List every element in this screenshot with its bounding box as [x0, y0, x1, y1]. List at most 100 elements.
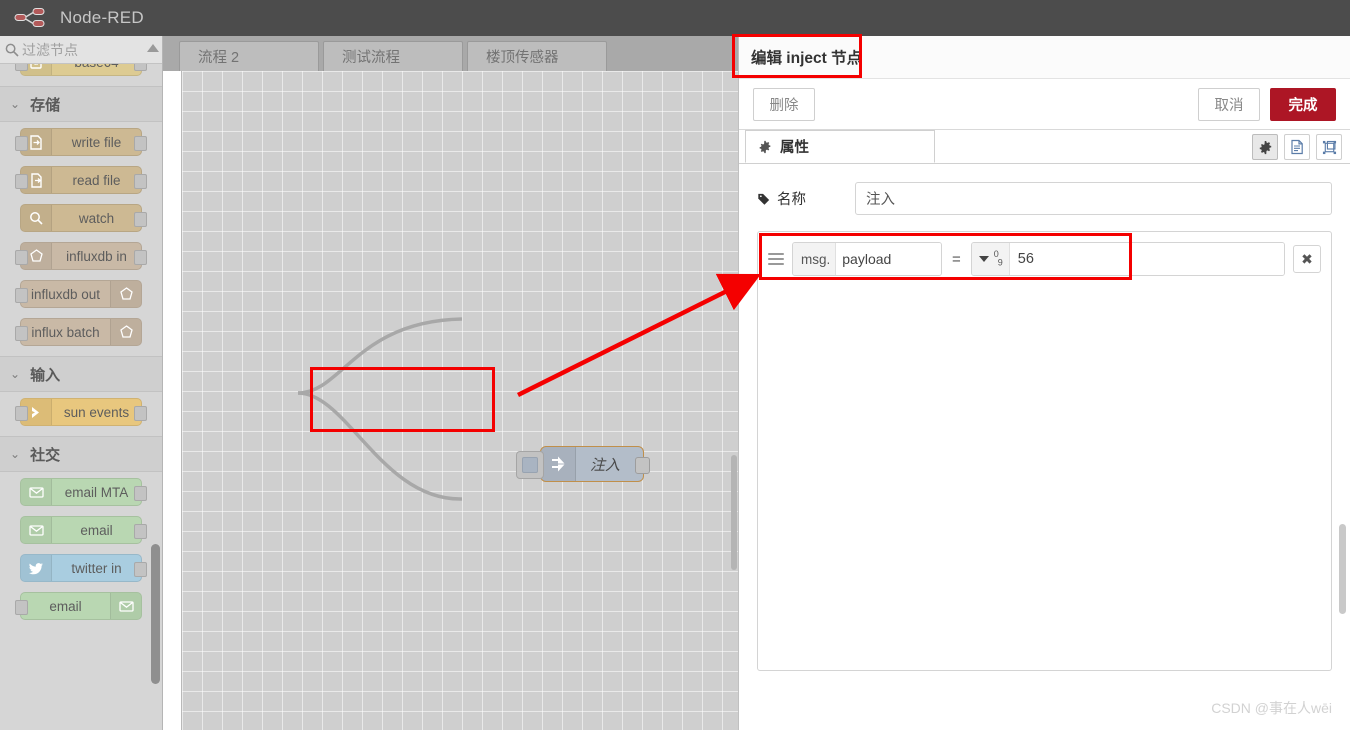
flow-canvas[interactable]: 注入 debug 8 手机通知 notify.notify [181, 71, 738, 730]
palette-node-label: email [49, 598, 82, 614]
canvas-node-label: 注入 [590, 456, 621, 474]
node-port-in [15, 174, 28, 189]
palette-node-read-file[interactable]: read file [15, 166, 147, 194]
workspace-tab-roof-sensor[interactable]: 楼顶传感器 [467, 41, 607, 71]
palette-category-storage-body: write file read file watch influxdb in i… [0, 122, 162, 346]
palette-node-influx-batch[interactable]: influx batch [15, 318, 142, 346]
editor-scrollbar-thumb[interactable] [1339, 524, 1346, 614]
remove-property-button[interactable]: ✖ [1293, 245, 1321, 273]
workspace-tab-flow2[interactable]: 流程 2 [179, 41, 319, 71]
tab-properties[interactable]: 属性 [745, 130, 935, 163]
palette-scroll-up-arrow[interactable] [147, 44, 159, 52]
tab-label: 测试流程 [342, 50, 400, 66]
appearance-frame-icon[interactable] [1316, 134, 1342, 160]
palette-scroll-region[interactable]: b base64 ⌄ 存储 write file [0, 64, 162, 729]
value-field[interactable]: 09 [970, 242, 1285, 276]
chevron-down-icon: ⌄ [10, 97, 21, 111]
palette-node-influxdb-in[interactable]: influxdb in [15, 242, 147, 270]
value-type-select[interactable]: 09 [971, 243, 1010, 275]
chevron-down-icon: ⌄ [10, 367, 21, 381]
palette-node-twitter-in[interactable]: twitter in [20, 554, 147, 582]
node-port-out [134, 406, 147, 421]
palette-node-label: base64 [52, 64, 141, 70]
search-icon [5, 43, 19, 57]
envelope-icon [21, 479, 52, 505]
node-palette: b base64 ⌄ 存储 write file [0, 36, 163, 730]
editor-form: 名称 msg. = 09 [739, 164, 1350, 671]
palette-category-input[interactable]: ⌄ 输入 [0, 356, 162, 392]
name-input[interactable] [855, 182, 1332, 215]
envelope-icon [110, 593, 141, 619]
palette-node-label: influxdb out [30, 286, 101, 302]
palette-node-label: influx batch [31, 324, 100, 340]
palette-category-social-body: email MTA email twitter in email [0, 472, 162, 620]
node-port-out [134, 562, 147, 577]
msg-property-field[interactable]: msg. [792, 242, 942, 276]
delete-button[interactable]: 删除 [753, 87, 815, 121]
influxdb-icon [110, 281, 141, 307]
description-document-icon[interactable] [1284, 134, 1310, 160]
tag-icon [757, 192, 771, 206]
palette-node-label: influxdb in [66, 248, 127, 264]
payload-value-input[interactable] [1009, 243, 1284, 275]
node-port-in [15, 326, 28, 341]
brand-logo[interactable]: Node-RED [14, 7, 144, 29]
canvas-scrollbar-thumb[interactable] [731, 455, 737, 570]
node-red-logo-icon [14, 8, 45, 27]
palette-node-write-file[interactable]: write file [15, 128, 147, 156]
node-edit-panel: 编辑 inject 节点 删除 取消 完成 属性 名称 注入 msg. payl… [738, 36, 1350, 730]
palette-scrollbar-thumb[interactable] [151, 544, 160, 684]
node-port-out [134, 250, 147, 265]
editor-action-bar: 删除 取消 完成 [739, 78, 1350, 130]
palette-category-storage[interactable]: ⌄ 存储 [0, 86, 162, 122]
palette-node-email-out[interactable]: email [15, 592, 142, 620]
palette-category-social[interactable]: ⌄ 社交 [0, 436, 162, 472]
editor-panel-title: 编辑 inject 节点 [739, 36, 1350, 78]
msg-property-input[interactable] [836, 243, 941, 275]
editor-tabs-row: 属性 [739, 130, 1350, 164]
workspace-tab-test-flow[interactable]: 测试流程 [323, 41, 463, 71]
palette-node-sun-events[interactable]: sun events [15, 398, 147, 426]
node-port-out [134, 64, 147, 71]
node-port-out [134, 212, 147, 227]
name-field-row: 名称 [757, 182, 1332, 215]
canvas-node-inject[interactable]: 注入 [516, 446, 650, 482]
node-port-in [15, 288, 28, 303]
drag-handle-icon[interactable] [768, 251, 784, 267]
app-header: Node-RED [0, 0, 1350, 36]
chevron-down-icon [978, 256, 989, 262]
msg-prefix-label: msg. [793, 243, 837, 275]
node-port-out[interactable] [635, 457, 650, 474]
done-button[interactable]: 完成 [1270, 87, 1336, 121]
equals-sign: = [952, 250, 961, 268]
palette-category-label: 输入 [30, 366, 61, 384]
twitter-bird-icon [21, 555, 52, 581]
gear-icon [758, 140, 772, 154]
palette-node-label: write file [71, 134, 122, 150]
gear-icon[interactable] [1252, 134, 1278, 160]
palette-node-email-mta[interactable]: email MTA [20, 478, 147, 506]
node-port-out [134, 524, 147, 539]
palette-search-input[interactable] [20, 40, 154, 59]
inject-trigger-button[interactable] [516, 451, 544, 479]
palette-node-base64[interactable]: b base64 [15, 64, 147, 76]
palette-node-watch[interactable]: watch [20, 204, 147, 232]
node-port-out [134, 136, 147, 151]
node-port-in [15, 136, 28, 151]
flow-wires [297, 317, 463, 501]
tab-properties-label: 属性 [780, 140, 809, 156]
palette-search-bar[interactable] [0, 36, 162, 64]
watermark-text: CSDN @事在人wēi [1211, 700, 1332, 716]
name-field-label-wrap: 名称 [757, 188, 855, 209]
cancel-button[interactable]: 取消 [1198, 87, 1260, 121]
node-red-app: Node-RED b base64 [0, 0, 1350, 730]
palette-node-label: sun events [63, 404, 130, 420]
name-field-label: 名称 [777, 192, 806, 208]
palette-node-email[interactable]: email [20, 516, 147, 544]
node-port-in [15, 64, 28, 71]
node-port-out [134, 486, 147, 501]
palette-node-influxdb-out[interactable]: influxdb out [15, 280, 142, 308]
influxdb-icon [110, 319, 141, 345]
palette-node-label: email MTA [64, 484, 129, 500]
palette-category-input-body: sun events [0, 392, 162, 426]
